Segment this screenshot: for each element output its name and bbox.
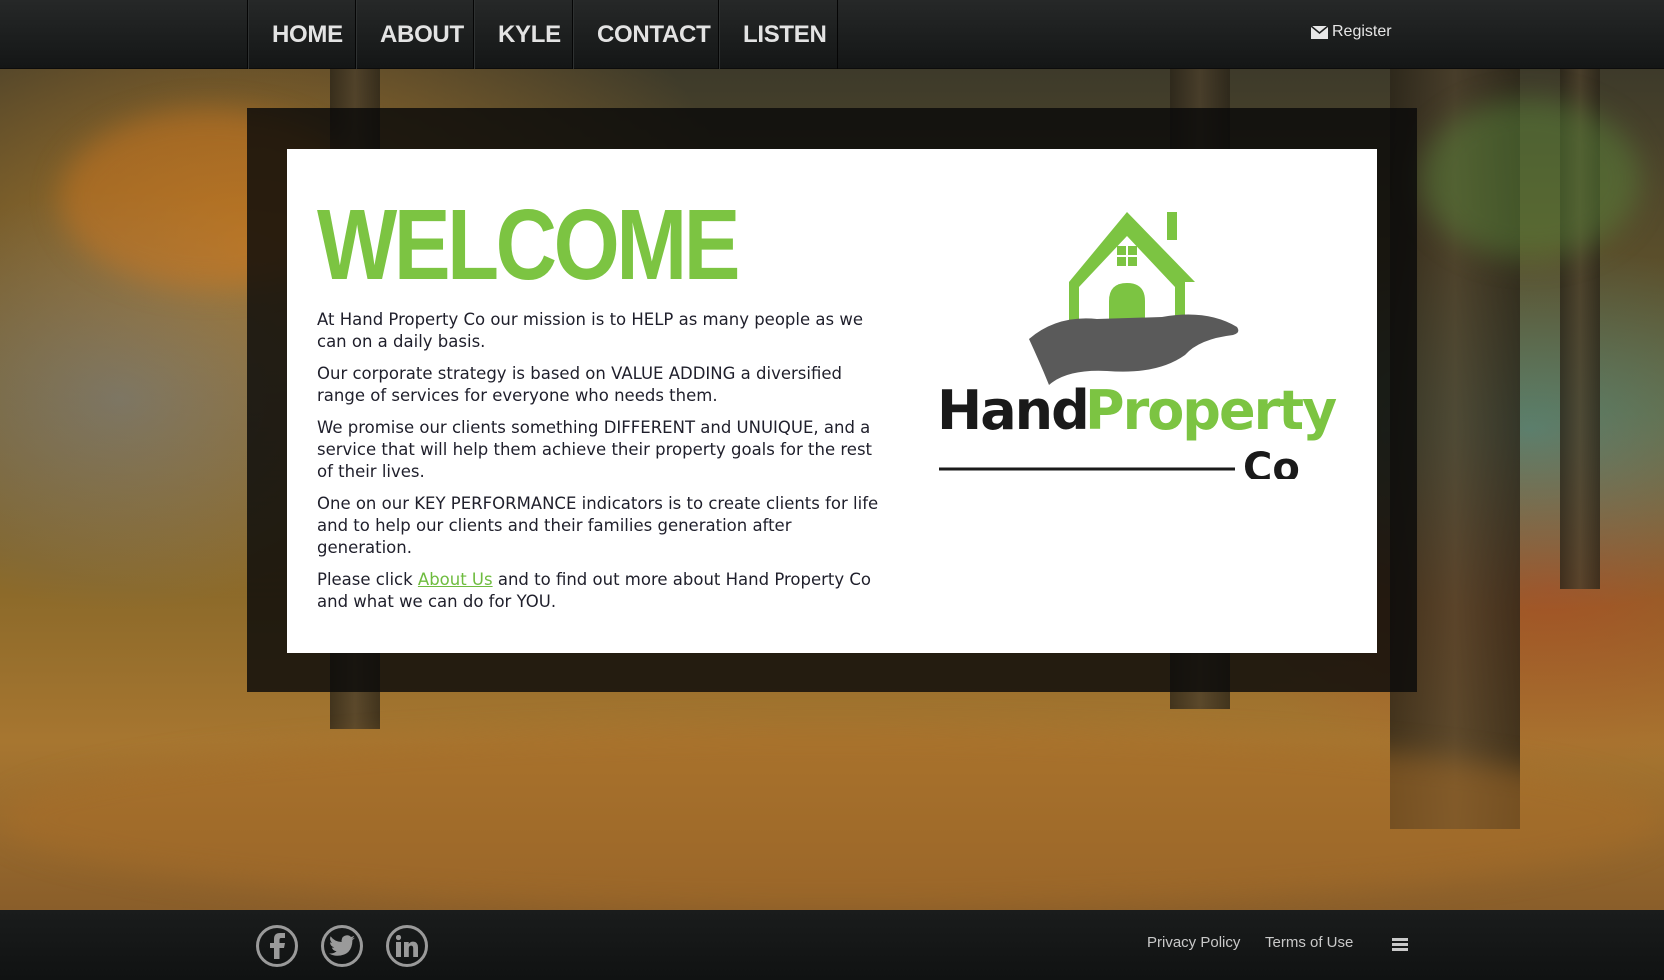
- register-link[interactable]: Register: [1311, 23, 1392, 41]
- nav-home[interactable]: HOME: [247, 0, 355, 69]
- main-nav: HOME ABOUT KYLE CONTACT LISTEN: [247, 0, 838, 69]
- nav-contact[interactable]: CONTACT: [572, 0, 718, 69]
- welcome-card: WELCOME At Hand Property Co our mission …: [287, 149, 1377, 653]
- terms-of-use-link[interactable]: Terms of Use: [1265, 934, 1353, 951]
- social-links: [256, 925, 428, 967]
- ground-glow: [0, 729, 1664, 909]
- paragraph-cta: Please click About Us and to find out mo…: [317, 569, 882, 613]
- hamburger-menu-icon[interactable]: [1392, 938, 1408, 953]
- facebook-icon[interactable]: [256, 925, 298, 967]
- nav-listen[interactable]: LISTEN: [718, 0, 838, 69]
- foliage-glow: [1420, 99, 1640, 259]
- welcome-heading: WELCOME: [317, 189, 740, 301]
- hand-icon: [1029, 314, 1239, 385]
- paragraph-kpi: One on our KEY PERFORMANCE indicators is…: [317, 494, 879, 557]
- hand-property-logo: Hand Property Co: [937, 212, 1337, 479]
- cta-before: Please click: [317, 570, 418, 589]
- nav-kyle[interactable]: KYLE: [473, 0, 572, 69]
- welcome-copy: At Hand Property Co our mission is to HE…: [317, 309, 882, 623]
- menu-bar: [1392, 943, 1408, 946]
- logo-word-hand: Hand: [937, 379, 1088, 442]
- menu-bar: [1392, 948, 1408, 951]
- about-us-link[interactable]: About Us: [418, 570, 493, 589]
- envelope-icon: [1311, 25, 1328, 39]
- nav-about[interactable]: ABOUT: [355, 0, 473, 69]
- paragraph-mission: At Hand Property Co our mission is to HE…: [317, 310, 863, 351]
- paragraph-strategy: Our corporate strategy is based on VALUE…: [317, 364, 842, 405]
- privacy-policy-link[interactable]: Privacy Policy: [1147, 934, 1240, 951]
- linkedin-icon[interactable]: [386, 925, 428, 967]
- twitter-icon[interactable]: [321, 925, 363, 967]
- footer: Privacy Policy Terms of Use: [0, 910, 1664, 980]
- menu-bar: [1392, 938, 1408, 941]
- logo-word-co: Co: [1243, 445, 1300, 479]
- register-label: Register: [1332, 23, 1392, 40]
- paragraph-promise: We promise our clients something DIFFERE…: [317, 418, 873, 481]
- top-navbar: HOME ABOUT KYLE CONTACT LISTEN Register: [0, 0, 1664, 69]
- logo-word-property: Property: [1085, 379, 1337, 442]
